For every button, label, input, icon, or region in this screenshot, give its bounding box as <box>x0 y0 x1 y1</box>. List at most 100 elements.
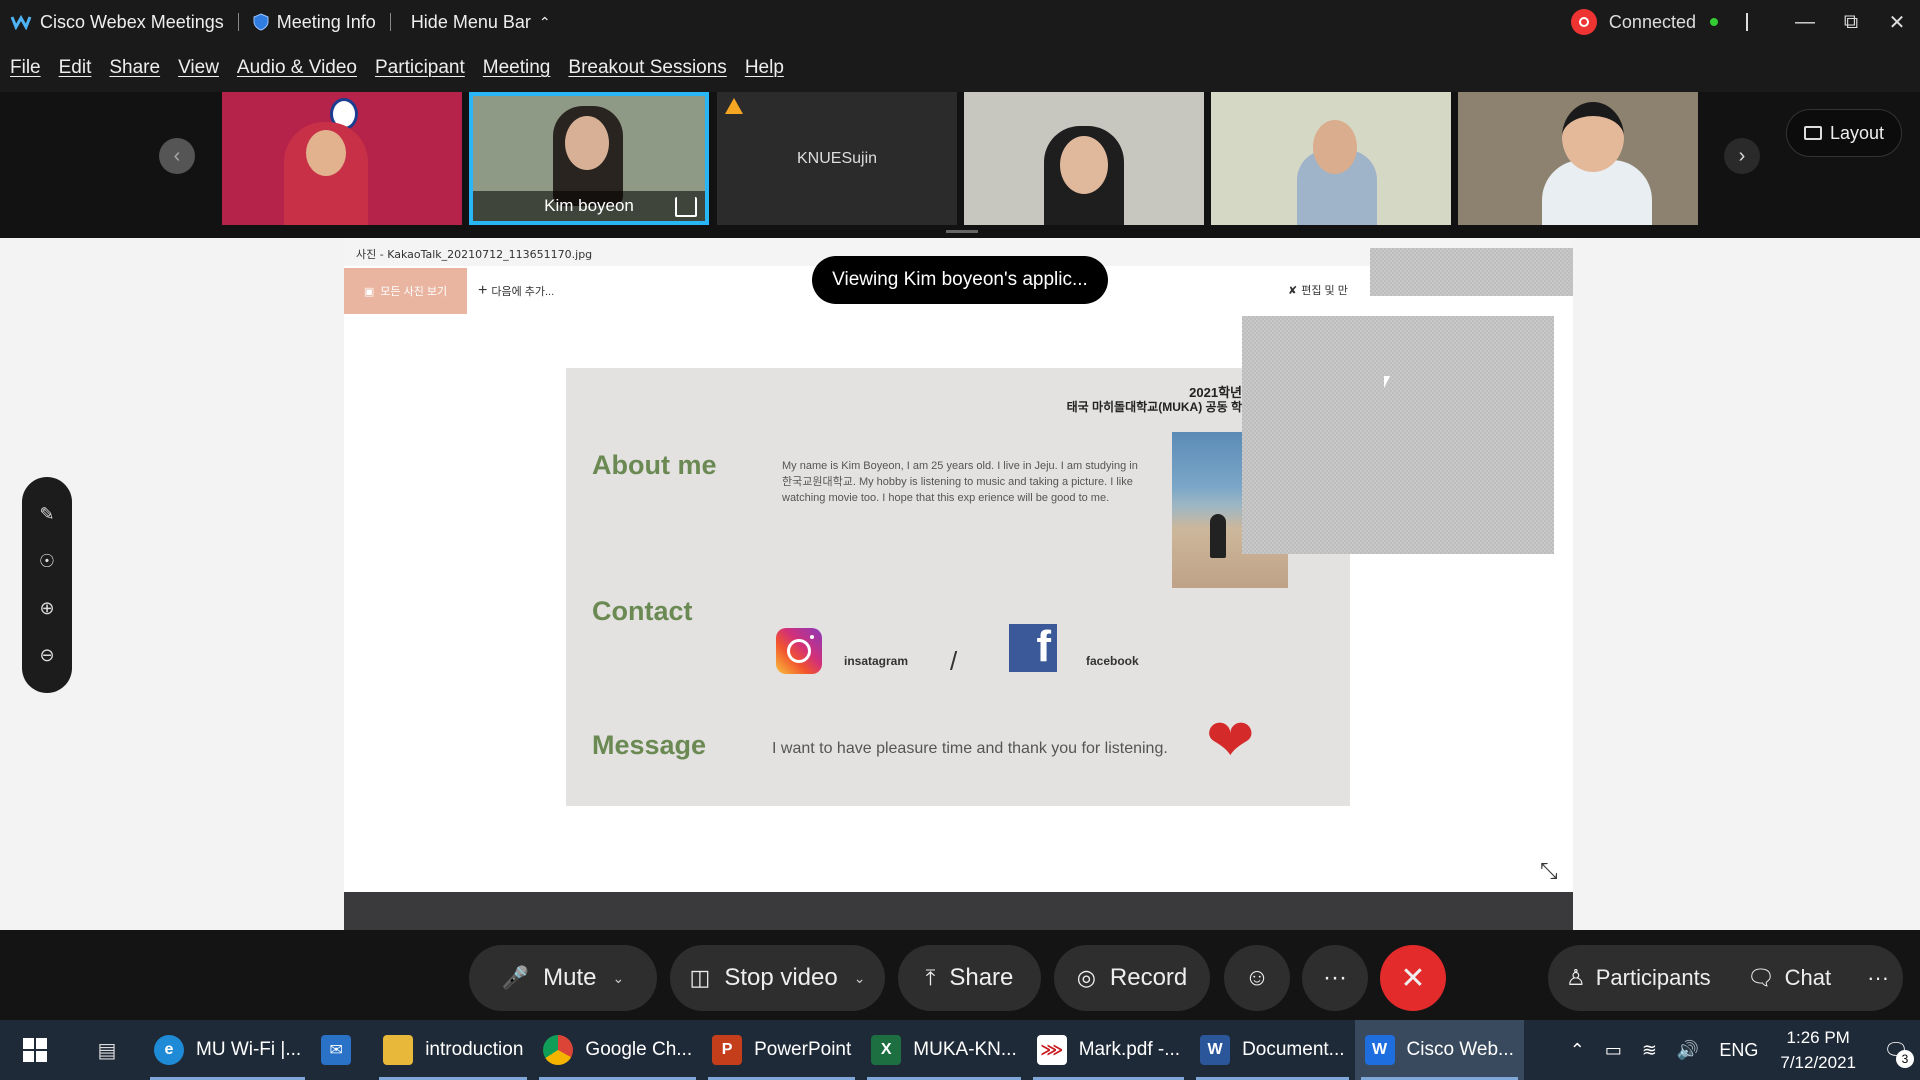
tile-name: Kim boyeon <box>544 196 634 215</box>
clock[interactable]: 1:26 PM 7/12/2021 <box>1780 1025 1856 1075</box>
strip-resize-handle[interactable] <box>946 230 978 233</box>
layout-icon <box>1803 126 1822 140</box>
taskbar-app-powerpoint[interactable]: P PowerPoint <box>702 1020 861 1080</box>
stop-video-button[interactable]: ◫ Stop video ⌄ <box>670 945 885 1011</box>
viewer-file-title: 사진 - KakaoTalk_20210712_113651170.jpg <box>356 248 593 261</box>
record-label: Record <box>1109 964 1188 991</box>
chat-button[interactable]: 🗨 Chat <box>1729 945 1849 1011</box>
taskbar-app-label: Document... <box>1242 1039 1345 1060</box>
share-icon: ⤒ <box>925 965 936 990</box>
menu-view[interactable]: View <box>178 57 219 79</box>
folder-icon <box>383 1035 414 1065</box>
mail-icon: ✉ <box>321 1035 352 1065</box>
taskbar-app-webex[interactable]: W Cisco Web... <box>1354 1020 1524 1080</box>
taskbar-app-label: MUKA-KN... <box>913 1039 1017 1060</box>
pen-icon[interactable]: ✎ <box>39 504 54 525</box>
mute-button[interactable]: 🎤 Mute ⌄ <box>469 945 657 1011</box>
participant-face <box>306 130 346 176</box>
battery-icon[interactable]: ▭ <box>1605 1040 1622 1061</box>
task-view-button[interactable]: ▤ <box>70 1020 144 1080</box>
taskbar-app-excel[interactable]: X MUKA-KN... <box>861 1020 1026 1080</box>
participant-face <box>1562 102 1624 172</box>
stop-video-label: Stop video <box>724 964 838 991</box>
facebook-glyph: f <box>1036 624 1051 671</box>
participants-button[interactable]: ♙ Participants <box>1548 945 1729 1011</box>
meeting-info-button[interactable]: Meeting Info <box>253 12 376 33</box>
menu-edit[interactable]: Edit <box>59 57 92 79</box>
expand-icon[interactable]: ⤡ <box>1540 858 1558 884</box>
menu-meeting[interactable]: Meeting <box>483 57 551 79</box>
menu-participant[interactable]: Participant <box>375 57 465 79</box>
video-tile-active[interactable]: Kim boyeon <box>469 92 709 225</box>
hide-menu-label: Hide Menu Bar <box>410 11 531 32</box>
chevron-up-icon[interactable]: ⌃ <box>1570 1040 1585 1061</box>
chevron-down-icon[interactable]: ⌄ <box>854 970 866 987</box>
video-tile[interactable] <box>1211 92 1451 225</box>
minimize-button[interactable]: — <box>1782 0 1828 44</box>
connection-dot-icon <box>1710 18 1718 26</box>
video-tile[interactable]: KNUESujin <box>717 92 957 225</box>
layout-button[interactable]: Layout <box>1786 109 1902 157</box>
taskbar-app-chrome[interactable]: Google Ch... <box>533 1020 702 1080</box>
video-tile[interactable] <box>222 92 462 225</box>
title-separator <box>237 13 239 31</box>
toast-text: Viewing Kim boyeon's applic... <box>832 269 1088 290</box>
clock-date: 7/12/2021 <box>1780 1053 1856 1072</box>
menu-help[interactable]: Help <box>745 57 784 79</box>
all-photos-label: 모든 사진 보기 <box>380 286 448 298</box>
chat-bubble-icon: 🗨 <box>1746 965 1775 990</box>
taskbar-app-pdf[interactable]: ⋙ Mark.pdf -... <box>1027 1020 1190 1080</box>
hide-menu-bar-button[interactable]: Hide Menu Bar ⌃ <box>411 12 551 33</box>
volume-icon[interactable]: 🔊 <box>1677 1040 1699 1061</box>
menu-breakout-sessions[interactable]: Breakout Sessions <box>568 57 726 79</box>
zoom-out-icon[interactable]: ⊖ <box>39 645 54 666</box>
menu-audio-video[interactable]: Audio & Video <box>237 57 357 79</box>
edit-button[interactable]: ✘ 편집 및 만 <box>1288 282 1348 298</box>
close-window-button[interactable]: ✕ <box>1874 0 1920 44</box>
all-photos-button[interactable]: ▣ 모든 사진 보기 <box>344 268 467 314</box>
menu-file[interactable]: File <box>10 57 41 79</box>
chevron-down-icon[interactable]: ⌄ <box>613 970 625 987</box>
menu-share[interactable]: Share <box>109 57 160 79</box>
participant-face <box>1060 136 1108 194</box>
shield-icon <box>253 13 269 31</box>
redacted-area <box>1370 248 1573 296</box>
video-tile[interactable] <box>964 92 1204 225</box>
taskbar-app-word[interactable]: W Document... <box>1190 1020 1354 1080</box>
strip-next-button[interactable]: › <box>1724 138 1760 174</box>
zoom-in-icon[interactable]: ⊕ <box>39 598 54 619</box>
wifi-icon[interactable]: ≋ <box>1642 1040 1657 1061</box>
share-button[interactable]: ⤒ Share <box>898 945 1041 1011</box>
heart-icon: ❤ <box>1206 708 1255 773</box>
strip-prev-button[interactable]: ‹ <box>159 138 195 174</box>
record-button[interactable]: ◎ Record <box>1054 945 1210 1011</box>
more-panels-button[interactable]: ··· <box>1849 945 1907 1011</box>
start-button[interactable] <box>0 1020 70 1080</box>
more-icon: ··· <box>1323 964 1347 991</box>
action-center-button[interactable]: 🗨 3 <box>1872 1020 1920 1080</box>
slide-header-program: 태국 마히돌대학교(MUKA) 공동 학 <box>1066 400 1242 414</box>
shared-slide: 2021학년 태국 마히돌대학교(MUKA) 공동 학 About me My … <box>566 368 1350 806</box>
taskbar-app-explorer[interactable]: introduction <box>373 1020 533 1080</box>
excel-icon: X <box>871 1035 902 1065</box>
add-later-label: 다음에 추가... <box>491 286 555 298</box>
taskbar-app-mail[interactable]: ✉ <box>311 1020 373 1080</box>
leave-meeting-button[interactable]: ✕ <box>1380 945 1446 1011</box>
add-later-button[interactable]: + 다음에 추가... <box>478 282 554 300</box>
tile-name: KNUESujin <box>796 149 878 167</box>
share-label: Share <box>949 964 1014 991</box>
video-tile[interactable] <box>1458 92 1698 225</box>
layout-label: Layout <box>1829 122 1885 143</box>
taskbar-app-label: introduction <box>425 1039 524 1060</box>
webex-icon: W <box>1364 1035 1395 1065</box>
title-right: Connected — ⧉ ✕ <box>1570 0 1920 44</box>
taskbar-app-edge[interactable]: e MU Wi-Fi |... <box>144 1020 311 1080</box>
viewing-toast: Viewing Kim boyeon's applic... <box>812 256 1108 304</box>
restore-button[interactable]: ⧉ <box>1828 0 1874 44</box>
windows-taskbar: ▤ e MU Wi-Fi |... ✉ introduction Google … <box>0 1020 1920 1080</box>
language-indicator[interactable]: ENG <box>1719 1040 1758 1061</box>
more-options-button[interactable]: ··· <box>1302 945 1368 1011</box>
reactions-button[interactable]: ☺ <box>1224 945 1290 1011</box>
pointer-icon[interactable]: ☉ <box>39 551 55 572</box>
edit-label: 편집 및 만 <box>1301 285 1348 297</box>
